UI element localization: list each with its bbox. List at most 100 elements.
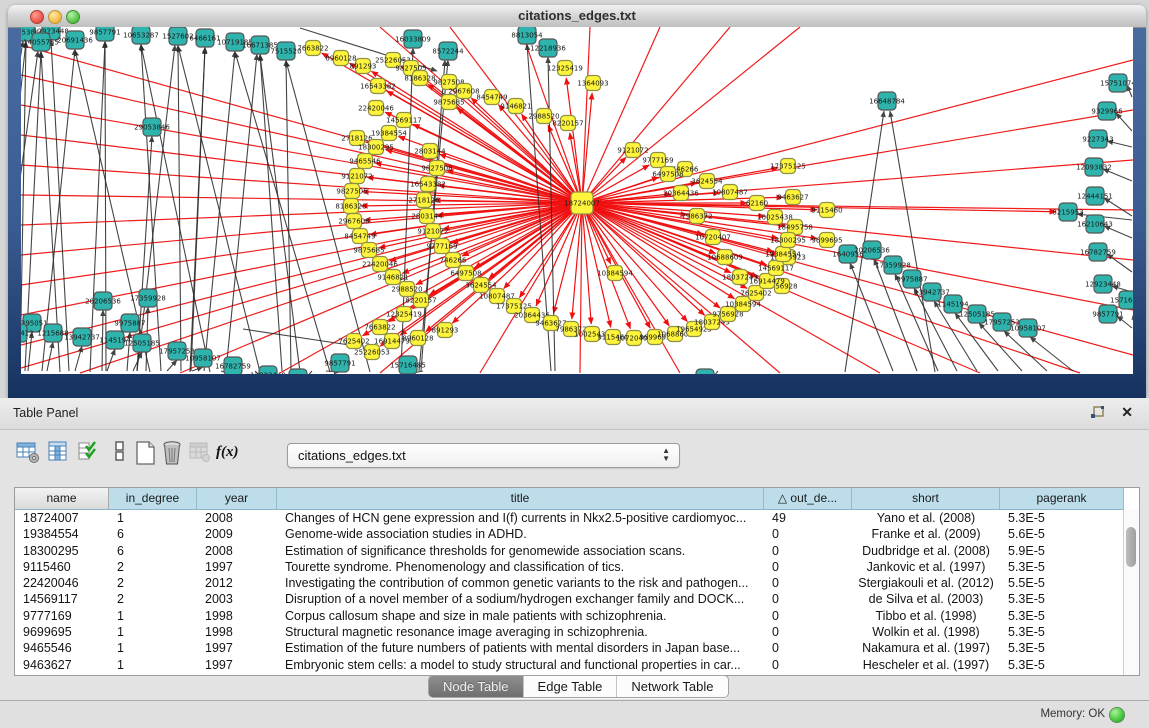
svg-text:2803144: 2803144: [414, 147, 446, 155]
table-cell: 5.3E-5: [1000, 624, 1124, 640]
scrollbar-thumb[interactable]: [1126, 527, 1136, 567]
table-cell: 0: [764, 575, 852, 591]
svg-text:2803144: 2803144: [411, 212, 443, 220]
table-cell: Hescheler et al. (1997): [852, 657, 1000, 673]
node-table: namein_degreeyeartitle△ out_de...shortpa…: [14, 487, 1140, 676]
table-cell: de Silva et al. (2003): [852, 591, 1000, 607]
status-bar: Memory: OK: [0, 700, 1149, 728]
column-header-pagerank[interactable]: pagerank: [1000, 488, 1124, 509]
network-window: citations_edges.txt 29053846129234489857…: [8, 5, 1146, 398]
table-tabs: Node TableEdge TableNetwork Table: [428, 675, 729, 698]
table-toolbar: f(x) citations_edges.txt ▲▼: [0, 429, 1149, 481]
table-cell: 1: [109, 510, 197, 526]
row-height-icon[interactable]: [108, 440, 134, 468]
svg-text:25226053: 25226053: [354, 348, 390, 356]
svg-text:20691436: 20691436: [57, 36, 93, 44]
svg-text:1145194: 1145194: [937, 300, 969, 308]
svg-text:10807487: 10807487: [712, 188, 748, 196]
table-cell: Jankovic et al. (1997): [852, 559, 1000, 575]
svg-text:8186328: 8186328: [335, 202, 366, 210]
svg-text:9875685: 9875685: [353, 246, 384, 254]
table-body: 1872400712008Changes of HCN gene express…: [15, 510, 1139, 673]
table-row[interactable]: 911546021997Tourette syndrome. Phenomeno…: [15, 559, 1139, 575]
dropdown-stepper-icon: ▲▼: [662, 447, 670, 463]
table-cell: 2008: [197, 543, 277, 559]
table-cell: 5.3E-5: [1000, 657, 1124, 673]
svg-text:17359928: 17359928: [875, 261, 911, 269]
svg-text:15716485: 15716485: [390, 361, 426, 369]
table-cell: 1998: [197, 608, 277, 624]
column-header-out-de-[interactable]: △ out_de...: [764, 488, 852, 509]
column-header-year[interactable]: year: [197, 488, 277, 509]
svg-text:16914479: 16914479: [749, 277, 785, 285]
citation-network-graph[interactable]: 2905384612923448985779114055755206914361…: [21, 27, 1133, 374]
table-row[interactable]: 1456911722003Disruption of a novel membe…: [15, 591, 1139, 607]
svg-text:16782759: 16782759: [1080, 248, 1116, 256]
table-row[interactable]: 977716911998Corpus callosum shape and si…: [15, 608, 1139, 624]
create-column-icon[interactable]: [133, 440, 159, 468]
table-cell: 9463627: [15, 657, 109, 673]
table-cell: 5.3E-5: [1000, 640, 1124, 656]
column-header-name[interactable]: name: [15, 488, 109, 509]
table-cell: 1: [109, 640, 197, 656]
svg-text:22420046: 22420046: [362, 260, 398, 268]
table-cell: Genome-wide association studies in ADHD.: [277, 526, 764, 542]
table-row[interactable]: 1830029562008Estimation of significance …: [15, 543, 1139, 559]
table-cell: 1997: [197, 559, 277, 575]
table-cell: 0: [764, 543, 852, 559]
svg-text:10653287: 10653287: [123, 31, 159, 39]
svg-text:12325419: 12325419: [386, 310, 422, 318]
svg-text:9465546: 9465546: [349, 157, 381, 165]
tab-network-table[interactable]: Network Table: [617, 676, 727, 697]
table-cell: 9115460: [15, 559, 109, 575]
table-cell: 9699695: [15, 624, 109, 640]
table-cell: Disruption of a novel member of a sodium…: [277, 591, 764, 607]
table-row[interactable]: 969969511998Structural magnetic resonanc…: [15, 624, 1139, 640]
network-view[interactable]: 2905384612923448985779114055755206914361…: [21, 27, 1133, 374]
table-vertical-scrollbar[interactable]: [1123, 509, 1139, 675]
tab-edge-table[interactable]: Edge Table: [524, 676, 618, 697]
svg-text:12923448: 12923448: [1085, 280, 1121, 288]
table-row[interactable]: 1872400712008Changes of HCN gene express…: [15, 510, 1139, 526]
svg-text:10720407: 10720407: [695, 233, 731, 241]
table-row[interactable]: 946554611997Estimation of the future num…: [15, 640, 1139, 656]
table-cell: 2: [109, 575, 197, 591]
column-header-short[interactable]: short: [852, 488, 1000, 509]
column-header-in-degree[interactable]: in_degree: [109, 488, 197, 509]
table-cell: Nakamura et al. (1997): [852, 640, 1000, 656]
svg-text:20206536: 20206536: [85, 297, 121, 305]
svg-text:9146821: 9146821: [377, 273, 408, 281]
delete-column-icon[interactable]: [160, 440, 186, 468]
table-panel: Table Panel ✕: [0, 398, 1149, 727]
table-cell: Dudbridge et al. (2008): [852, 543, 1000, 559]
select-all-icon[interactable]: [78, 440, 104, 468]
table-header-row: namein_degreeyeartitle△ out_de...shortpa…: [15, 488, 1139, 510]
float-panel-icon[interactable]: [1090, 406, 1105, 420]
svg-text:9857791: 9857791: [324, 359, 355, 367]
memory-status-icon[interactable]: [1109, 707, 1125, 723]
svg-text:9121072: 9121072: [417, 227, 448, 235]
table-row[interactable]: 946362711997Embryonic stem cells: a mode…: [15, 657, 1139, 673]
table-cell: 0: [764, 608, 852, 624]
svg-text:9329966: 9329966: [1091, 107, 1123, 115]
window-titlebar[interactable]: citations_edges.txt: [8, 5, 1146, 28]
table-cell: 0: [764, 657, 852, 673]
svg-text:9121072: 9121072: [617, 146, 648, 154]
close-panel-icon[interactable]: ✕: [1121, 404, 1133, 421]
show-columns-icon[interactable]: [47, 440, 73, 468]
table-row[interactable]: 1938455462009Genome-wide association stu…: [15, 526, 1139, 542]
svg-text:8454749: 8454749: [344, 232, 375, 240]
svg-text:18300295: 18300295: [770, 236, 806, 244]
table-cell: Estimation of the future numbers of pati…: [277, 640, 764, 656]
network-table-selector[interactable]: citations_edges.txt ▲▼: [287, 443, 680, 468]
svg-text:9463627: 9463627: [777, 193, 808, 201]
function-builder-icon[interactable]: f(x): [216, 444, 242, 472]
svg-text:9146821: 9146821: [500, 102, 531, 110]
table-mode-icon[interactable]: [16, 440, 42, 468]
table-panel-titlebar[interactable]: Table Panel ✕: [0, 398, 1149, 430]
tab-node-table[interactable]: Node Table: [429, 676, 524, 697]
table-row[interactable]: 2242004622012Investigating the contribut…: [15, 575, 1139, 591]
svg-text:15716485: 15716485: [1110, 296, 1133, 304]
column-header-title[interactable]: title: [277, 488, 764, 509]
svg-text:16543382: 16543382: [360, 82, 396, 90]
